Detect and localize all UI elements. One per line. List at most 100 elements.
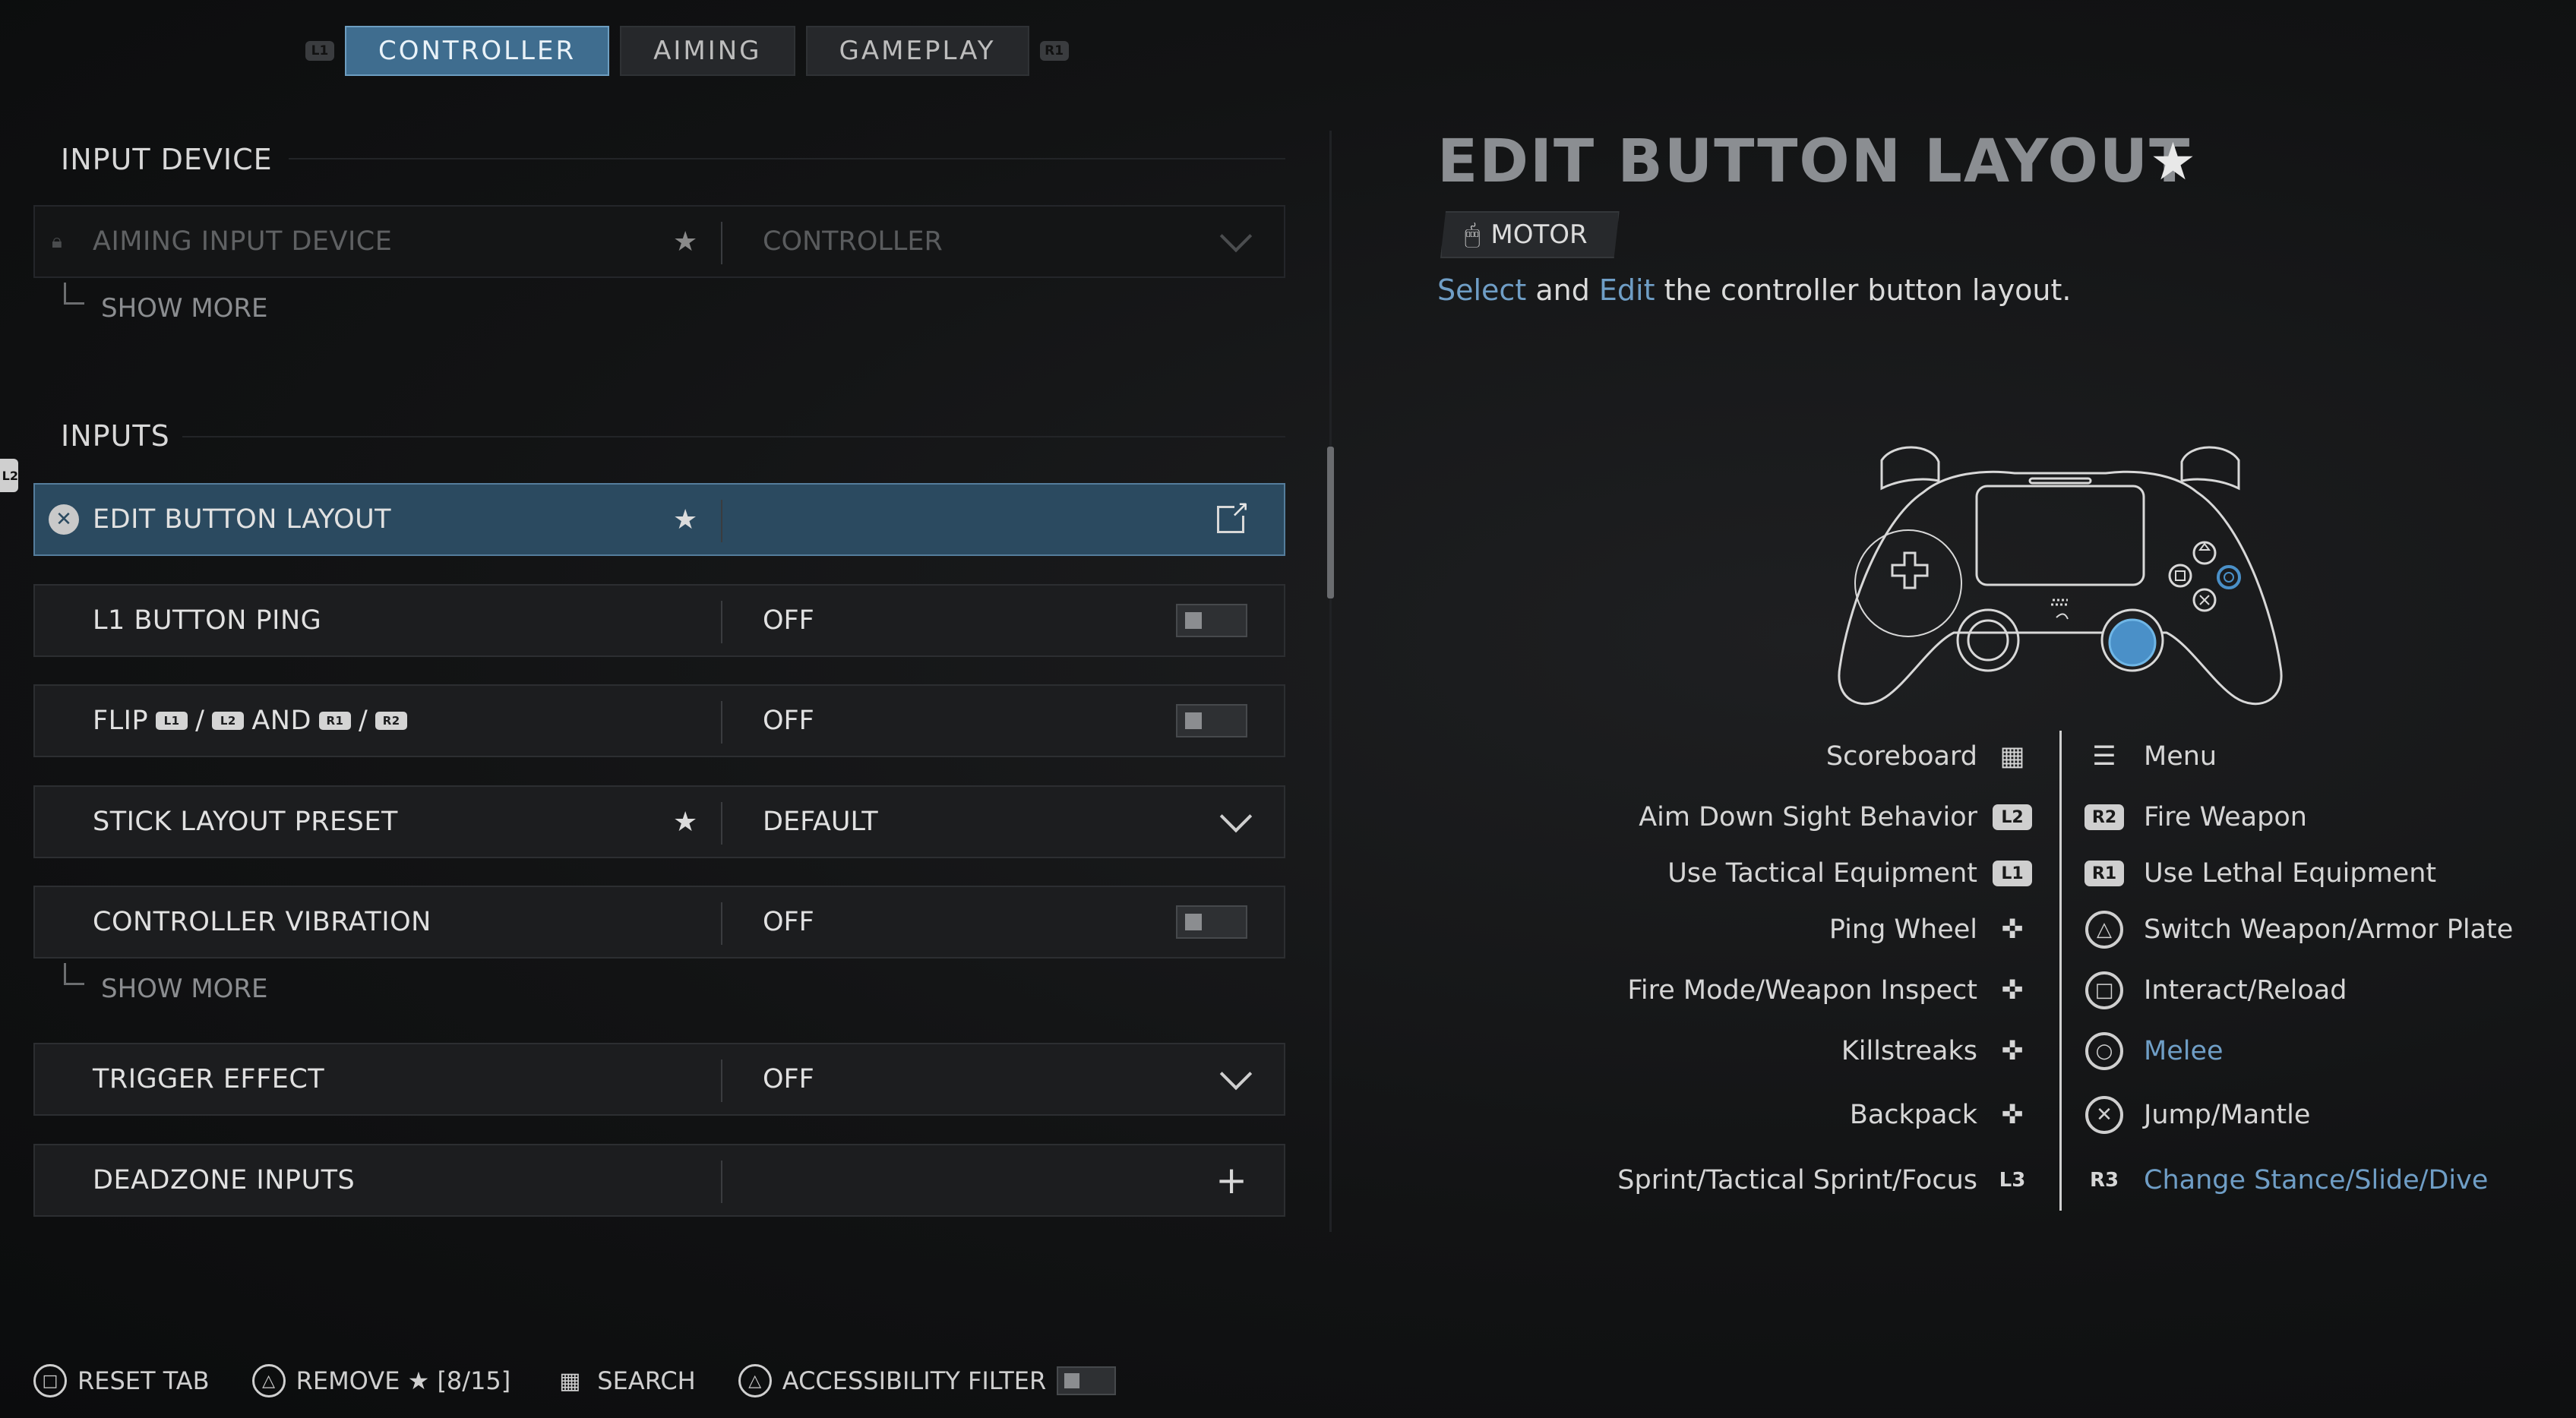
detail-title: EDIT BUTTON LAYOUT [1437, 128, 2192, 196]
mapping-right-fire: R2 Fire Weapon [2081, 796, 2307, 838]
cross-button-icon: ✕ [49, 504, 79, 535]
setting-label: CONTROLLER VIBRATION [93, 907, 431, 937]
mapping-right-switch-weapon: △ Switch Weapon/Armor Plate [2081, 908, 2513, 951]
accessibility-filter-button[interactable]: △ ACCESSIBILITY FILTER [738, 1364, 1117, 1397]
l2-edge-hint: L2 [0, 459, 18, 492]
r1-button-icon: R1 [318, 712, 351, 730]
toggle-off [1176, 905, 1247, 939]
setting-label: EDIT BUTTON LAYOUT [93, 504, 392, 535]
search-button[interactable]: ▦ SEARCH [553, 1364, 696, 1397]
show-more-inputs[interactable]: SHOW MORE [64, 963, 268, 1004]
l2-button-icon: L2 [212, 712, 245, 730]
dpad-down-icon: ✜ [2001, 975, 2024, 1006]
mapping-left-ping-wheel: Ping Wheel ✜ [1829, 908, 2035, 951]
setting-row-l1-button-ping[interactable]: L1 BUTTON PING OFF [33, 584, 1285, 657]
setting-label: DEADZONE INPUTS [93, 1165, 356, 1195]
favorite-star-icon[interactable]: ★ [673, 504, 697, 535]
favorite-star-icon[interactable]: ★ [673, 226, 697, 257]
mapping-action: Fire Weapon [2144, 802, 2307, 832]
tab-controller[interactable]: CONTROLLER [345, 26, 610, 76]
mapping-action: Menu [2144, 741, 2217, 772]
accessibility-toggle[interactable] [1057, 1366, 1117, 1395]
tab-gameplay[interactable]: GAMEPLAY [805, 26, 1029, 76]
toggle-switch[interactable] [1176, 604, 1247, 637]
tree-elbow-icon [64, 963, 84, 985]
mapping-left-sprint: Sprint/Tactical Sprint/Focus L3 [1617, 1159, 2035, 1202]
toggle-off [1176, 704, 1247, 737]
toggle-off [1176, 604, 1247, 637]
setting-row-trigger-effect[interactable]: TRIGGER EFFECT OFF [33, 1043, 1285, 1116]
mapping-right-jump: ✕ Jump/Mantle [2081, 1094, 2310, 1136]
toggle-switch[interactable] [1176, 905, 1247, 939]
footer-label: ACCESSIBILITY FILTER [782, 1366, 1047, 1395]
section-title-inputs: INPUTS [61, 419, 170, 453]
setting-row-controller-vibration[interactable]: CONTROLLER VIBRATION OFF [33, 886, 1285, 958]
desc-select: Select [1437, 273, 1527, 307]
show-more-label: SHOW MORE [101, 974, 268, 1004]
setting-row-aiming-input-device[interactable]: 🔒︎ AIMING INPUT DEVICE ★ CONTROLLER [33, 205, 1285, 278]
open-external-button[interactable] [1217, 496, 1250, 533]
setting-label: TRIGGER EFFECT [93, 1064, 325, 1094]
scrollbar-track[interactable] [1329, 131, 1332, 1232]
setting-row-edit-button-layout[interactable]: ✕ EDIT BUTTON LAYOUT ★ [33, 483, 1285, 556]
toggle-switch[interactable] [1176, 704, 1247, 737]
r2-button-icon: R2 [375, 712, 408, 730]
l1-bumper-hint[interactable]: L1 [305, 41, 334, 61]
setting-value: DEFAULT [763, 807, 878, 837]
favorite-star-icon[interactable]: ★ [673, 807, 697, 838]
chevron-down-icon [1219, 800, 1253, 833]
top-tab-bar: L1 CONTROLLER AIMING GAMEPLAY R1 [305, 26, 1069, 76]
setting-row-deadzone-inputs[interactable]: DEADZONE INPUTS + [33, 1144, 1285, 1217]
setting-row-stick-layout-preset[interactable]: STICK LAYOUT PRESET ★ DEFAULT [33, 785, 1285, 858]
mapping-right-stance: R3 Change Stance/Slide/Dive [2081, 1159, 2488, 1202]
show-more-input-device[interactable]: SHOW MORE [64, 283, 268, 324]
setting-label: L1 BUTTON PING [93, 605, 322, 636]
setting-value: OFF [763, 907, 814, 937]
reset-tab-button[interactable]: □ RESET TAB [33, 1364, 210, 1397]
footer-label: SEARCH [597, 1366, 696, 1395]
footer-action-bar: □ RESET TAB △ REMOVE ★ [8/15] ▦ SEARCH △… [33, 1364, 1158, 1397]
tab-aiming[interactable]: AIMING [620, 26, 795, 76]
mapping-action: Switch Weapon/Armor Plate [2144, 914, 2514, 945]
mapping-left-backpack: Backpack ✜ [1850, 1094, 2035, 1136]
mapping-action: Aim Down Sight Behavior [1639, 802, 1977, 832]
mapping-action: Scoreboard [1825, 741, 1977, 772]
motor-badge: 🖱︎ MOTOR [1440, 211, 1620, 258]
mouse-hand-icon: 🖱︎ [1465, 219, 1481, 250]
desc-and: and [1535, 273, 1590, 307]
row-separator [721, 802, 722, 845]
triangle-button-icon: △ [251, 1364, 286, 1397]
row-separator [721, 222, 722, 264]
mapping-left-killstreaks: Killstreaks ✜ [1841, 1030, 2035, 1072]
mapping-right-menu: ☰ Menu [2081, 735, 2217, 778]
dpad-left-icon: ✜ [2001, 1100, 2024, 1130]
setting-label: FLIP L1 / L2 AND R1 / R2 [93, 706, 408, 736]
setting-label: AIMING INPUT DEVICE [93, 226, 393, 257]
r2-button-icon: R2 [2085, 804, 2124, 830]
detail-description: Select and Edit the controller button la… [1437, 273, 2071, 307]
setting-value: OFF [763, 1064, 814, 1094]
dropdown-control[interactable] [1219, 1057, 1253, 1091]
r1-bumper-hint[interactable]: R1 [1039, 41, 1069, 61]
mapping-right-interact: □ Interact/Reload [2081, 969, 2347, 1012]
circle-icon: ○ [2085, 1032, 2123, 1070]
dropdown-control[interactable] [1219, 800, 1253, 833]
expand-button[interactable]: + [1215, 1161, 1247, 1199]
remove-favorite-button[interactable]: △ REMOVE ★ [8/15] [251, 1364, 510, 1397]
section-divider [289, 158, 1285, 159]
setting-row-flip-triggers[interactable]: FLIP L1 / L2 AND R1 / R2 OFF [33, 684, 1285, 757]
mapping-action: Killstreaks [1841, 1036, 1977, 1066]
triangle-icon: △ [2085, 911, 2123, 949]
row-separator [721, 601, 722, 643]
l2-button-icon: L2 [1993, 804, 2032, 830]
mapping-left-scoreboard: Scoreboard ▦ [1826, 735, 2035, 778]
mapping-action: Jump/Mantle [2144, 1100, 2311, 1130]
square-button-icon: □ [33, 1364, 67, 1397]
scrollbar-thumb[interactable] [1327, 447, 1334, 598]
mapping-action: Melee [2144, 1036, 2224, 1066]
row-separator [721, 902, 722, 945]
row-separator [721, 701, 722, 744]
mapping-left-tactical: Use Tactical Equipment L1 [1667, 852, 2035, 895]
dropdown-control[interactable] [1219, 219, 1253, 253]
favorite-star-icon[interactable]: ★ [2150, 132, 2196, 192]
